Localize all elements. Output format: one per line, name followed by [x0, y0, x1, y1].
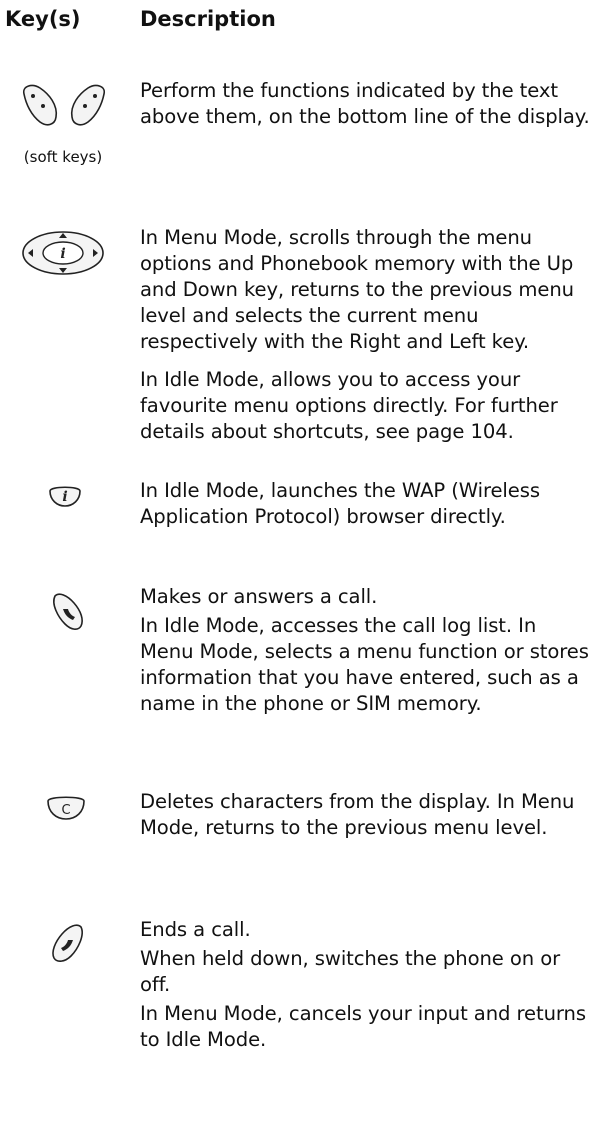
svg-text:i: i — [60, 246, 65, 262]
description-text: In Idle Mode, launches the WAP (Wireless… — [140, 479, 540, 528]
description-text: In Idle Mode, allows you to access your … — [140, 368, 558, 443]
description-text: Ends a call. — [140, 918, 251, 941]
description-text: In Idle Mode, accesses the call log list… — [140, 614, 589, 715]
key-row-navigation-keys: i In Menu Mode, scrolls through the menu… — [0, 225, 596, 465]
soft-keys-icon — [18, 84, 110, 128]
description-text: Deletes characters from the display. In … — [140, 790, 575, 839]
svg-text:i: i — [62, 489, 67, 505]
description-column-header: Description — [140, 7, 276, 31]
key-row-soft-keys: (soft keys) Perform the functions indica… — [0, 78, 596, 198]
keys-column-header: Key(s) — [5, 7, 81, 31]
wap-browser-key-icon: i — [48, 484, 82, 508]
send-key-icon — [50, 592, 86, 632]
key-row-clear-key: C Deletes characters from the display. I… — [0, 789, 596, 879]
svg-text:C: C — [61, 803, 70, 818]
navigation-keys-icon: i — [20, 229, 106, 277]
description-text: Perform the functions indicated by the t… — [140, 79, 590, 128]
clear-key-icon: C — [46, 796, 86, 821]
description-text: In Menu Mode, cancels your input and ret… — [140, 1002, 586, 1051]
description-text: When held down, switches the phone on or… — [140, 947, 561, 996]
key-row-send-key: Makes or answers a call. In Idle Mode, a… — [0, 584, 596, 760]
description-text: Makes or answers a call. — [140, 585, 378, 608]
key-row-wap-browser-key: i In Idle Mode, launches the WAP (Wirele… — [0, 478, 596, 563]
description-text: In Menu Mode, scrolls through the menu o… — [140, 226, 574, 353]
key-row-end-key: Ends a call. When held down, switches th… — [0, 917, 596, 1139]
soft-keys-caption: (soft keys) — [23, 148, 103, 166]
end-key-icon — [48, 923, 86, 965]
table-header: Key(s) Description — [0, 4, 596, 34]
